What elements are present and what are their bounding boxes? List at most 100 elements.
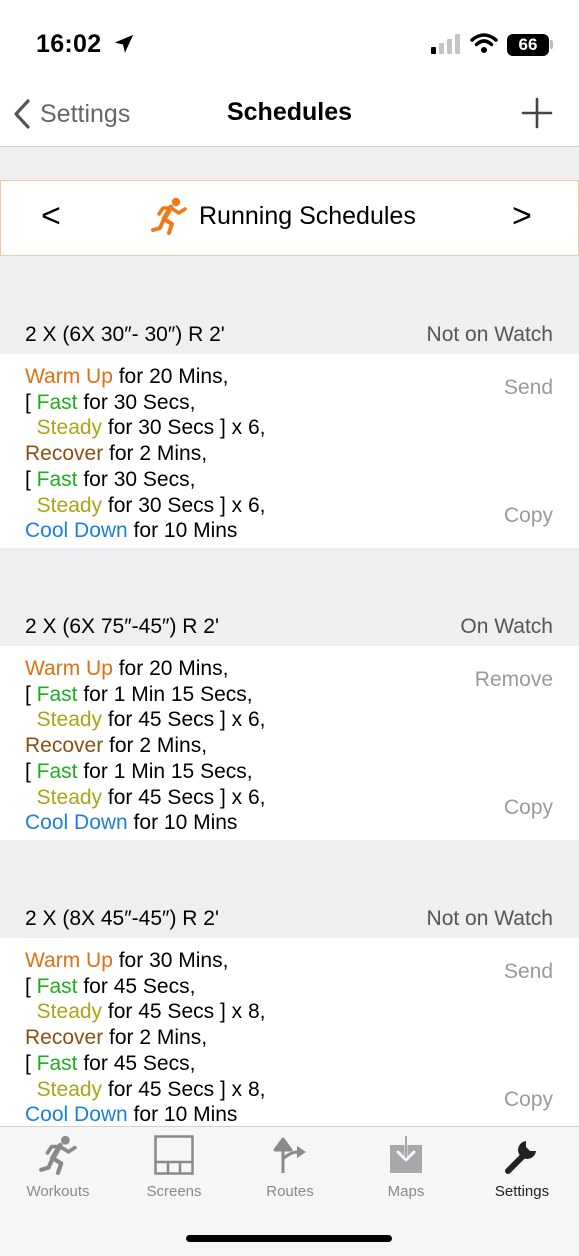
step-line: [ Fast for 30 Secs, (25, 390, 265, 416)
step-detail: for 20 Mins, (112, 657, 229, 680)
step-detail: for 1 Min 15 Secs, (77, 759, 253, 783)
copy-button[interactable]: Copy (504, 796, 553, 820)
step-detail: for 30 Secs, (77, 467, 196, 491)
tab-screens[interactable]: Screens (116, 1127, 232, 1217)
send-button[interactable]: Send (504, 376, 553, 400)
schedule-type-selector: < Running Schedules > (0, 180, 579, 256)
next-type-button[interactable]: > (512, 197, 532, 236)
schedule-card[interactable]: Warm Up for 20 Mins,[ Fast for 30 Secs, … (0, 354, 579, 548)
step-line: Cool Down for 10 Mins (25, 1102, 265, 1128)
step-type-label: Steady (36, 785, 103, 809)
schedule-name: 2 X (8X 45″-45″) R 2' (25, 907, 219, 930)
schedule-header: 2 X (8X 45″-45″) R 2' Not on Watch (0, 897, 579, 937)
schedule-card[interactable]: Warm Up for 30 Mins,[ Fast for 45 Secs, … (0, 938, 579, 1132)
tab-label: Routes (266, 1183, 314, 1200)
download-map-icon (390, 1135, 422, 1173)
step-type-label: Fast (36, 974, 78, 998)
step-type-label: Steady (36, 493, 103, 517)
schedule-steps: Warm Up for 30 Mins,[ Fast for 45 Secs, … (25, 948, 265, 1128)
step-prefix: [ (25, 390, 37, 414)
step-detail: for 30 Secs ] x 6, (102, 416, 266, 440)
step-type-label: Fast (36, 759, 78, 783)
step-detail: for 45 Secs ] x 8, (102, 1000, 266, 1024)
step-detail: for 45 Secs ] x 6, (102, 708, 266, 732)
status-bar: 16:02 66 (0, 0, 579, 90)
tab-settings[interactable]: Settings (464, 1127, 579, 1217)
navigation-bar: Settings Schedules (0, 90, 579, 147)
step-line: Steady for 30 Secs ] x 6, (25, 415, 266, 441)
status-time: 16:02 (36, 30, 102, 58)
step-prefix (25, 416, 37, 439)
remove-button[interactable]: Remove (475, 668, 553, 692)
wrench-icon (505, 1141, 536, 1174)
step-prefix: [ (25, 682, 37, 706)
step-line: Warm Up for 20 Mins, (25, 656, 265, 682)
step-detail: for 10 Mins (127, 1103, 238, 1127)
step-type-label: Cool Down (25, 1103, 128, 1127)
step-line: [ Fast for 1 Min 15 Secs, (25, 759, 265, 785)
add-schedule-button[interactable] (520, 96, 554, 130)
step-type-label: Warm Up (25, 365, 113, 388)
step-detail: for 30 Mins, (112, 949, 229, 972)
tab-workouts[interactable]: Workouts (0, 1127, 116, 1217)
step-line: [ Fast for 30 Secs, (25, 467, 265, 493)
step-prefix: [ (25, 974, 37, 998)
cellular-signal-icon (431, 34, 460, 54)
schedule-card[interactable]: Warm Up for 20 Mins,[ Fast for 1 Min 15 … (0, 646, 579, 840)
step-detail: for 30 Secs, (77, 390, 196, 414)
watch-status: Not on Watch (426, 323, 553, 346)
step-detail: for 2 Mins, (103, 734, 208, 758)
step-type-label: Steady (36, 1000, 103, 1024)
step-prefix: [ (25, 1051, 37, 1075)
step-line: [ Fast for 45 Secs, (25, 1051, 265, 1077)
step-line: Recover for 2 Mins, (25, 1025, 265, 1051)
step-prefix (25, 1000, 37, 1023)
step-line: Steady for 45 Secs ] x 6, (25, 785, 266, 811)
step-type-label: Cool Down (25, 811, 128, 835)
step-line: Warm Up for 30 Mins, (25, 948, 265, 974)
home-indicator (186, 1235, 392, 1242)
schedule-header: 2 X (6X 75″-45″) R 2' On Watch (0, 605, 579, 645)
watch-status: On Watch (460, 615, 553, 638)
step-type-label: Fast (36, 390, 78, 414)
step-detail: for 30 Secs ] x 6, (102, 493, 266, 517)
step-detail: for 10 Mins (127, 811, 238, 835)
schedule-header: 2 X (6X 30″- 30″) R 2' Not on Watch (0, 313, 579, 353)
schedule-name: 2 X (6X 30″- 30″) R 2' (25, 323, 225, 346)
schedule-name: 2 X (6X 75″-45″) R 2' (25, 615, 219, 638)
copy-button[interactable]: Copy (504, 1088, 553, 1112)
step-line: Steady for 30 Secs ] x 6, (25, 493, 266, 519)
tab-label: Screens (146, 1183, 202, 1200)
step-detail: for 45 Secs ] x 6, (102, 785, 266, 809)
step-line: Recover for 2 Mins, (25, 733, 265, 759)
step-prefix (25, 494, 37, 517)
step-line: Recover for 2 Mins, (25, 441, 265, 467)
step-line: Steady for 45 Secs ] x 6, (25, 707, 266, 733)
tab-routes[interactable]: Routes (232, 1127, 348, 1217)
tab-label: Settings (494, 1183, 550, 1200)
step-type-label: Recover (25, 734, 104, 758)
battery-indicator: 66 (507, 34, 549, 56)
step-line: Steady for 45 Secs ] x 8, (25, 999, 266, 1025)
tab-maps[interactable]: Maps (348, 1127, 464, 1217)
step-detail: for 20 Mins, (112, 365, 229, 388)
wifi-icon (470, 33, 498, 53)
step-type-label: Steady (36, 416, 103, 440)
step-prefix: [ (25, 467, 37, 491)
tab-label: Maps (387, 1183, 425, 1200)
runner-icon (151, 197, 187, 235)
step-detail: for 10 Mins (127, 519, 238, 543)
step-line: Warm Up for 20 Mins, (25, 364, 265, 390)
watch-status: Not on Watch (426, 907, 553, 930)
step-detail: for 45 Secs ] x 8, (102, 1077, 266, 1101)
step-type-label: Steady (36, 708, 103, 732)
previous-type-button[interactable]: < (41, 197, 61, 236)
step-type-label: Fast (36, 1051, 78, 1075)
schedule-type-label: Running Schedules (199, 201, 416, 230)
battery-nub (550, 40, 553, 49)
step-detail: for 45 Secs, (77, 974, 196, 998)
copy-button[interactable]: Copy (504, 504, 553, 528)
send-button[interactable]: Send (504, 960, 553, 984)
schedule-type-title: Running Schedules (151, 197, 416, 235)
runner-icon (39, 1135, 77, 1175)
